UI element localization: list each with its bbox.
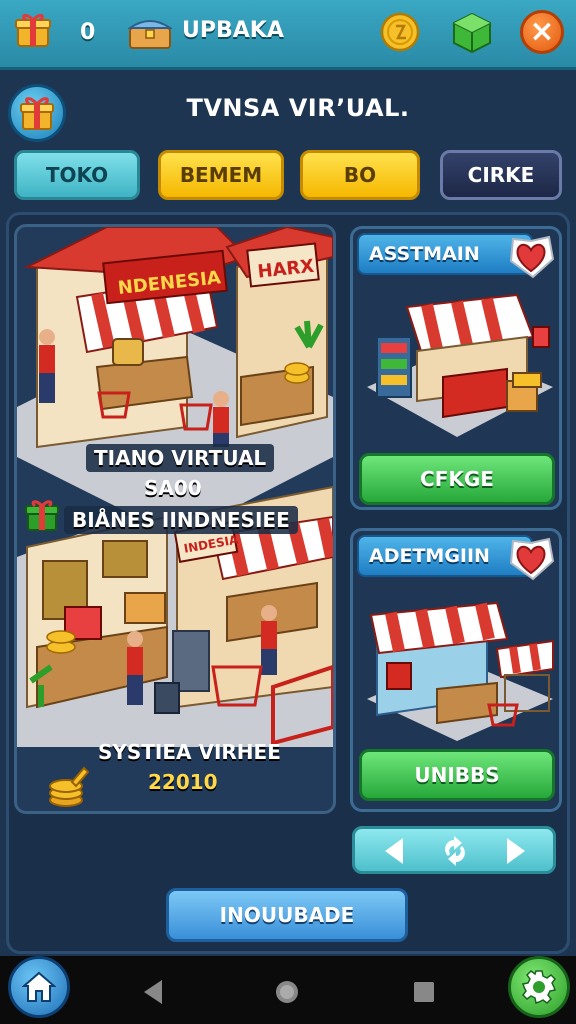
prev-page-button[interactable] — [375, 835, 415, 867]
settings-button[interactable] — [508, 956, 570, 1018]
update-button[interactable]: INOUUBADE — [166, 888, 408, 942]
coin-amount: 22010 — [148, 770, 218, 794]
system-home-icon[interactable] — [273, 978, 301, 1006]
page-title: TVNSA VIRʼUAL. — [186, 94, 410, 122]
store-value-label: SA00 — [144, 476, 202, 500]
tab-toko[interactable]: TOKO — [14, 150, 140, 200]
coin-icon[interactable] — [380, 12, 420, 52]
tab-bo[interactable]: BO — [300, 150, 420, 200]
gift-icon[interactable] — [14, 10, 54, 50]
store-card-1[interactable]: ASSTMAIN CFKGE — [350, 226, 562, 510]
heart-icon[interactable] — [505, 233, 557, 281]
store-card-1-button[interactable]: CFKGE — [359, 453, 555, 505]
system-label: SYSTIEA VIRHEE — [98, 740, 281, 764]
gear-icon — [522, 970, 556, 1004]
gift-icon — [25, 500, 59, 531]
pagination-controls — [352, 826, 556, 874]
top-bar: 0 UPBAKA × — [0, 0, 576, 70]
store-name-label: TIANO VIRTUAL — [86, 444, 275, 472]
shopper-figure-2 — [127, 631, 143, 705]
currency-count: 0 — [80, 20, 96, 45]
close-button[interactable]: × — [520, 10, 564, 54]
refresh-button[interactable] — [435, 835, 475, 867]
coins-stack-icon — [49, 766, 90, 807]
next-page-button[interactable] — [495, 835, 535, 867]
system-back-icon[interactable] — [140, 978, 168, 1006]
store-card-2-button[interactable]: UNIBBS — [359, 749, 555, 801]
chevron-right-icon — [507, 838, 525, 864]
home-button[interactable] — [8, 956, 70, 1018]
green-cube-icon[interactable] — [450, 10, 494, 54]
shopper-figure-3 — [261, 605, 277, 675]
store-thumbnail — [367, 601, 554, 741]
chevron-left-icon — [385, 838, 403, 864]
shopper-figure — [39, 329, 55, 403]
home-icon — [22, 971, 56, 1002]
store-card-2[interactable]: ADETMGIIN UNIBBS — [350, 528, 562, 812]
tab-cirke[interactable]: CIRKE — [440, 150, 562, 200]
store-thumbnail — [367, 293, 553, 437]
heart-icon[interactable] — [505, 535, 557, 583]
system-recents-icon[interactable] — [412, 980, 436, 1004]
refresh-icon — [445, 836, 465, 866]
tab-bemem[interactable]: BEMEM — [158, 150, 284, 200]
close-icon: × — [529, 14, 555, 49]
chest-icon[interactable] — [128, 14, 172, 50]
player-name: UPBAKA — [182, 18, 284, 43]
cashier-figure — [213, 391, 229, 447]
business-label: BIÅNES IINDNESIEE — [64, 506, 298, 534]
